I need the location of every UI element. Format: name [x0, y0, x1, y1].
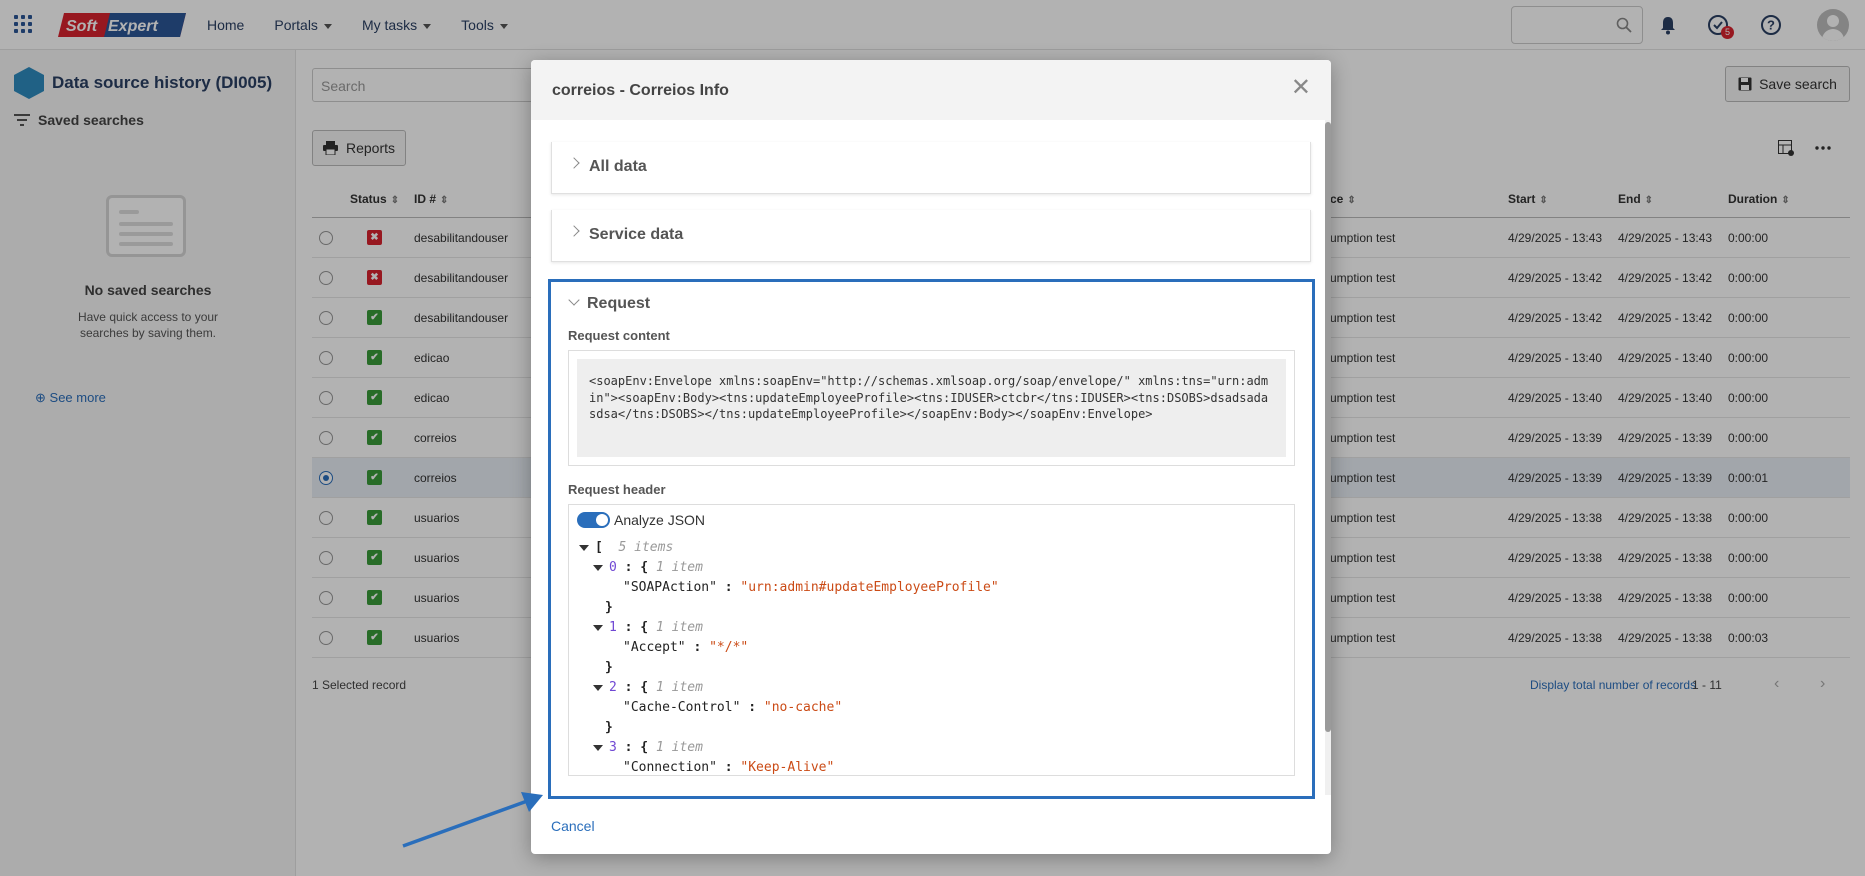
collapse-triangle-icon — [593, 684, 603, 691]
json-close-brace: } — [605, 600, 613, 615]
json-close-brace: } — [605, 660, 613, 675]
collapse-triangle-icon — [593, 744, 603, 751]
request-content-text: <soapEnv:Envelope xmlns:soapEnv="http://… — [577, 359, 1286, 457]
json-entry-head[interactable]: 0 : { 1 item — [579, 558, 999, 578]
chevron-right-icon — [568, 157, 580, 169]
json-pair: "SOAPAction" : "urn:admin#updateEmployee… — [623, 580, 999, 595]
json-entry: 1 : { 1 item "Accept" : "*/*"} — [579, 618, 999, 678]
json-count: 1 item — [655, 620, 703, 635]
section-all-data[interactable]: All data — [551, 142, 1311, 194]
modal-header: correios - Correios Info ✕ — [531, 60, 1331, 120]
json-index: 1 — [609, 620, 617, 635]
json-root[interactable]: [ 5 items — [579, 538, 999, 558]
request-content-box: <soapEnv:Envelope xmlns:soapEnv="http://… — [568, 350, 1295, 466]
section-service-data-label: Service data — [589, 226, 684, 243]
modal-title: correios - Correios Info — [552, 82, 729, 99]
cancel-button[interactable]: Cancel — [551, 818, 595, 834]
json-entry-head[interactable]: 1 : { 1 item — [579, 618, 999, 638]
json-pair: "Accept" : "*/*" — [623, 640, 749, 655]
request-header-label: Request header — [568, 482, 666, 497]
section-request-label[interactable]: Request — [587, 295, 650, 313]
json-count: 1 item — [655, 560, 703, 575]
json-count: 1 item — [655, 740, 703, 755]
json-key: "Accept" — [623, 640, 686, 655]
json-value: "*/*" — [709, 640, 749, 655]
json-value: "urn:admin#updateEmployeeProfile" — [740, 580, 999, 595]
modal-scrollbar[interactable] — [1325, 120, 1331, 795]
analyze-json-toggle[interactable] — [577, 512, 610, 528]
section-request: Request Request content <soapEnv:Envelop… — [548, 279, 1315, 799]
json-index: 2 — [609, 680, 617, 695]
chevron-right-icon — [568, 225, 580, 237]
json-entry: 3 : { 1 item"Connection" : "Keep-Alive"} — [579, 738, 999, 775]
json-entry: 0 : { 1 item "SOAPAction" : "urn:admin#up… — [579, 558, 999, 618]
json-key: "SOAPAction" — [623, 580, 717, 595]
json-entry: 2 : { 1 item "Cache-Control" : "no-cache"… — [579, 678, 999, 738]
request-header-box: Analyze JSON [ 5 items 0 : { 1 item "SOAP… — [568, 504, 1295, 776]
request-content-label: Request content — [568, 328, 670, 343]
collapse-triangle-icon — [579, 544, 589, 551]
json-entry-head[interactable]: 2 : { 1 item — [579, 678, 999, 698]
analyze-json-label: Analyze JSON — [614, 512, 706, 528]
json-key: "Connection" — [623, 760, 717, 775]
json-pair: "Connection" : "Keep-Alive" — [623, 760, 835, 775]
chevron-down-icon[interactable] — [568, 294, 580, 306]
section-all-data-label: All data — [589, 158, 647, 175]
json-entries: 0 : { 1 item "SOAPAction" : "urn:admin#up… — [579, 558, 999, 775]
json-value: "no-cache" — [763, 700, 843, 715]
json-close-brace: } — [605, 720, 613, 735]
json-index: 0 — [609, 560, 617, 575]
collapse-triangle-icon — [593, 624, 603, 631]
json-viewer: [ 5 items 0 : { 1 item "SOAPAction" : "ur… — [579, 538, 999, 775]
analyze-json-row: Analyze JSON — [577, 512, 705, 528]
annotation-arrow-icon — [402, 792, 543, 848]
json-count: 1 item — [655, 680, 703, 695]
section-service-data[interactable]: Service data — [551, 210, 1311, 262]
json-pair: "Cache-Control" : "no-cache" — [623, 700, 843, 715]
json-value: "Keep-Alive" — [740, 760, 835, 775]
json-index: 3 — [609, 740, 617, 755]
close-icon[interactable]: ✕ — [1291, 76, 1311, 100]
json-key: "Cache-Control" — [623, 700, 741, 715]
json-entry-head[interactable]: 3 : { 1 item — [579, 738, 999, 758]
scrollbar-thumb[interactable] — [1325, 122, 1331, 732]
info-modal: correios - Correios Info ✕ All data Serv… — [531, 60, 1331, 854]
json-root-count: 5 items — [618, 540, 674, 555]
collapse-triangle-icon — [593, 564, 603, 571]
